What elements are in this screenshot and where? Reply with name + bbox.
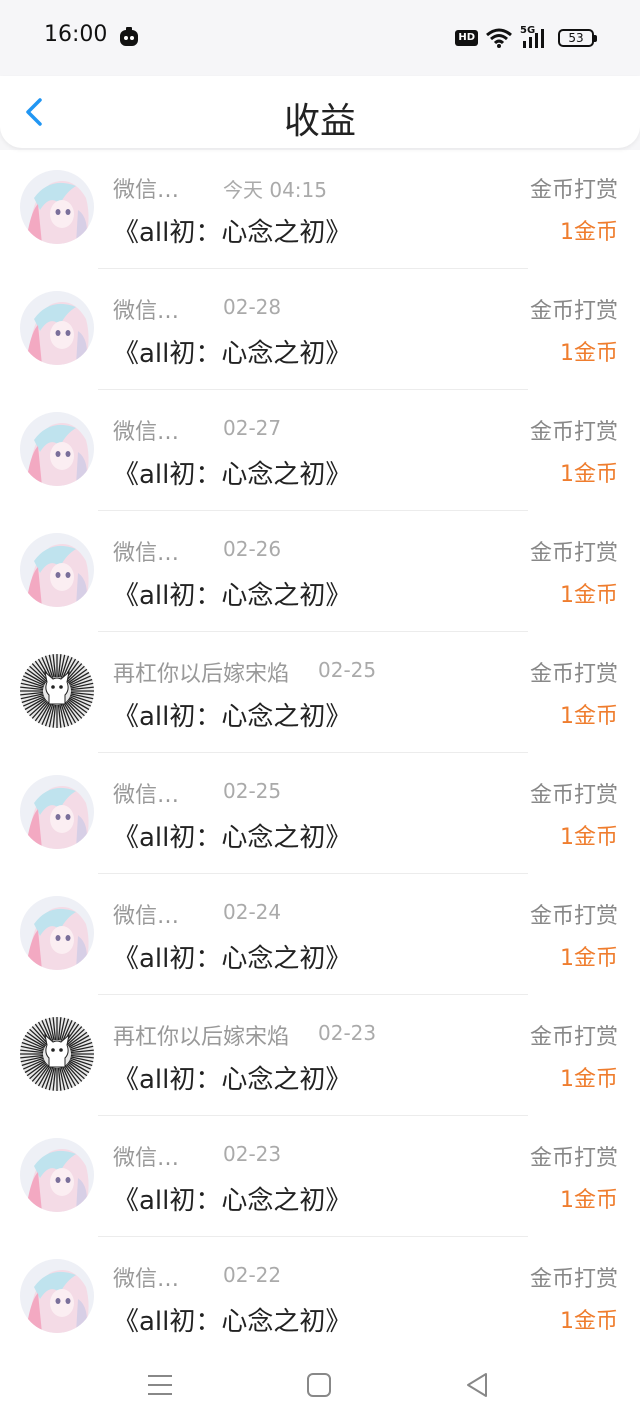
avatar-anime[interactable]	[20, 533, 94, 607]
reward-type: 金币打赏	[529, 541, 618, 566]
earnings-row[interactable]: 微信… 02-22 《all初：心念之初》 金币打赏 1金币	[0, 1239, 640, 1360]
user-name: 微信…	[113, 420, 180, 445]
reward-amount: 1金币	[560, 825, 618, 850]
page-title: 收益	[283, 101, 356, 142]
earnings-row[interactable]: 微信… 02-28 《all初：心念之初》 金币打赏 1金币	[0, 271, 640, 392]
reward-amount: 1金币	[560, 704, 618, 729]
reward-type: 金币打赏	[529, 1267, 618, 1292]
avatar-anime[interactable]	[20, 412, 94, 486]
reward-date: 02-25	[318, 658, 377, 682]
reward-date: 02-28	[223, 295, 282, 319]
wifi-icon	[486, 28, 512, 48]
reward-date: 02-27	[223, 416, 282, 440]
avatar-anime[interactable]	[20, 170, 94, 244]
reward-type: 金币打赏	[529, 299, 618, 324]
earnings-row[interactable]: 微信… 02-26 《all初：心念之初》 金币打赏 1金币	[0, 513, 640, 634]
reward-amount: 1金币	[560, 220, 618, 245]
reward-amount: 1金币	[560, 1309, 618, 1334]
back-triangle-icon[interactable]	[462, 1370, 492, 1400]
row-divider	[98, 1115, 528, 1116]
top-app-bar: 收益	[0, 76, 640, 148]
book-title: 《all初：心念之初》	[113, 460, 352, 490]
user-name: 微信…	[113, 783, 180, 808]
earnings-row[interactable]: 微信… 今天 04:15 《all初：心念之初》 金币打赏 1金币	[0, 150, 640, 271]
user-name: 微信…	[113, 541, 180, 566]
user-name: 再杠你以后嫁宋焰	[113, 1025, 290, 1050]
reward-type: 金币打赏	[529, 904, 618, 929]
row-divider	[98, 631, 528, 632]
earnings-list: 微信… 今天 04:15 《all初：心念之初》 金币打赏 1金币 微信… 02…	[0, 150, 640, 1360]
earnings-row[interactable]: 微信… 02-23 《all初：心念之初》 金币打赏 1金币	[0, 1118, 640, 1239]
book-title: 《all初：心念之初》	[113, 1307, 352, 1337]
status-icons: HD 5G 53	[455, 25, 597, 51]
reward-date: 02-22	[223, 1263, 282, 1287]
book-title: 《all初：心念之初》	[113, 944, 352, 974]
book-title: 《all初：心念之初》	[113, 702, 352, 732]
app-notification-icon	[120, 27, 138, 46]
row-divider	[98, 389, 528, 390]
reward-date: 02-24	[223, 900, 282, 924]
reward-date: 02-26	[223, 537, 282, 561]
cellular-icon: 5G	[520, 25, 550, 49]
earnings-row[interactable]: 再杠你以后嫁宋焰 02-25 《all初：心念之初》 金币打赏 1金币	[0, 634, 640, 755]
reward-date: 02-23	[223, 1142, 282, 1166]
avatar-cat[interactable]	[20, 654, 94, 728]
reward-date: 02-23	[318, 1021, 377, 1045]
user-name: 微信…	[113, 904, 180, 929]
reward-amount: 1金币	[560, 341, 618, 366]
user-name: 再杠你以后嫁宋焰	[113, 662, 290, 687]
status-time: 16:00	[44, 22, 108, 47]
avatar-anime[interactable]	[20, 775, 94, 849]
status-bar: 16:00 HD 5G 53	[0, 0, 640, 76]
home-icon[interactable]	[304, 1370, 334, 1400]
avatar-anime[interactable]	[20, 896, 94, 970]
system-nav-bar	[0, 1350, 640, 1422]
avatar-anime[interactable]	[20, 291, 94, 365]
battery-icon: 53	[558, 29, 597, 47]
reward-type: 金币打赏	[529, 1025, 618, 1050]
row-divider	[98, 1236, 528, 1237]
hd-icon: HD	[455, 30, 478, 46]
avatar-cat[interactable]	[20, 1017, 94, 1091]
avatar-anime[interactable]	[20, 1138, 94, 1212]
row-divider	[98, 752, 528, 753]
menu-icon[interactable]	[145, 1370, 175, 1400]
book-title: 《all初：心念之初》	[113, 1065, 352, 1095]
book-title: 《all初：心念之初》	[113, 823, 352, 853]
reward-amount: 1金币	[560, 1067, 618, 1092]
reward-amount: 1金币	[560, 946, 618, 971]
user-name: 微信…	[113, 1146, 180, 1171]
book-title: 《all初：心念之初》	[113, 218, 352, 248]
book-title: 《all初：心念之初》	[113, 1186, 352, 1216]
reward-type: 金币打赏	[529, 783, 618, 808]
row-divider	[98, 873, 528, 874]
avatar-anime[interactable]	[20, 1259, 94, 1333]
reward-type: 金币打赏	[529, 662, 618, 687]
earnings-row[interactable]: 微信… 02-25 《all初：心念之初》 金币打赏 1金币	[0, 755, 640, 876]
row-divider	[98, 268, 528, 269]
user-name: 微信…	[113, 178, 180, 203]
row-divider	[98, 994, 528, 995]
earnings-row[interactable]: 微信… 02-27 《all初：心念之初》 金币打赏 1金币	[0, 392, 640, 513]
reward-amount: 1金币	[560, 462, 618, 487]
reward-type: 金币打赏	[529, 420, 618, 445]
reward-amount: 1金币	[560, 583, 618, 608]
user-name: 微信…	[113, 1267, 180, 1292]
user-name: 微信…	[113, 299, 180, 324]
book-title: 《all初：心念之初》	[113, 339, 352, 369]
book-title: 《all初：心念之初》	[113, 581, 352, 611]
reward-date: 02-25	[223, 779, 282, 803]
reward-date: 今天 04:15	[223, 178, 327, 202]
reward-type: 金币打赏	[529, 178, 618, 203]
reward-type: 金币打赏	[529, 1146, 618, 1171]
earnings-row[interactable]: 再杠你以后嫁宋焰 02-23 《all初：心念之初》 金币打赏 1金币	[0, 997, 640, 1118]
reward-amount: 1金币	[560, 1188, 618, 1213]
row-divider	[98, 510, 528, 511]
earnings-row[interactable]: 微信… 02-24 《all初：心念之初》 金币打赏 1金币	[0, 876, 640, 997]
